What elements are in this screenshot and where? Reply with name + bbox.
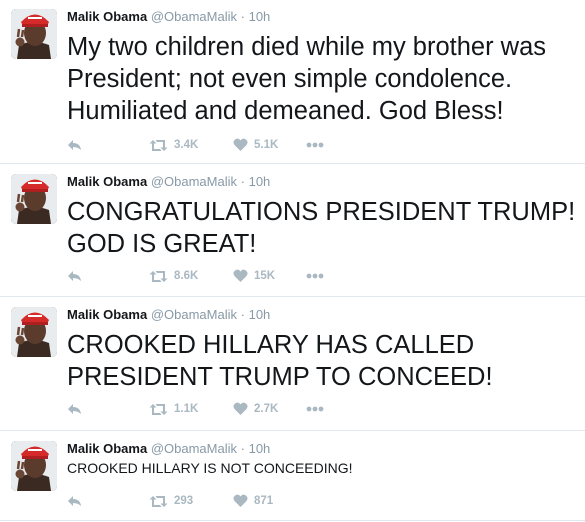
like-count: 2.7K <box>254 403 279 415</box>
more-icon <box>306 273 324 279</box>
reply-icon <box>68 271 81 281</box>
author-name[interactable]: Malik Obama <box>67 441 147 456</box>
like-button[interactable]: 871 <box>233 494 306 508</box>
tweet-text: My two children died while my brother wa… <box>67 33 547 125</box>
reply-icon <box>68 140 81 150</box>
retweet-icon <box>149 495 168 507</box>
avatar[interactable] <box>11 307 57 357</box>
tweet-header: Malik Obama @ObamaMalik · 10h <box>67 307 270 323</box>
retweet-button[interactable]: 1.1K <box>149 403 233 416</box>
retweet-count: 3.4K <box>174 139 199 151</box>
tweet[interactable]: Malik Obama @ObamaMalik · 10h CONGRATULA… <box>0 165 585 297</box>
heart-icon <box>233 402 248 415</box>
retweet-button[interactable]: 8.6K <box>149 270 233 283</box>
author-name[interactable]: Malik Obama <box>67 174 147 189</box>
heart-icon <box>233 138 248 151</box>
like-count: 871 <box>254 495 274 507</box>
separator: · <box>240 441 245 456</box>
separator: · <box>240 307 245 322</box>
timestamp[interactable]: 10h <box>249 307 271 322</box>
tweet[interactable]: Malik Obama @ObamaMalik · 10h CROOKED HI… <box>0 298 585 431</box>
tweet-text: CONGRATULATIONS PRESIDENT TRUMP! GOD IS … <box>67 198 576 258</box>
tweet[interactable]: Malik Obama @ObamaMalik · 10h My two chi… <box>0 0 585 164</box>
retweet-count: 293 <box>174 495 194 507</box>
like-button[interactable]: 2.7K <box>233 402 306 416</box>
like-count: 5.1K <box>254 139 279 151</box>
more-button[interactable] <box>306 142 324 148</box>
retweet-count: 1.1K <box>174 403 199 415</box>
heart-icon <box>233 269 248 282</box>
timestamp[interactable]: 10h <box>249 174 271 189</box>
reply-icon <box>68 496 81 506</box>
author-handle[interactable]: @ObamaMalik <box>151 441 237 456</box>
tweet-header: Malik Obama @ObamaMalik · 10h <box>67 174 270 190</box>
tweet-header: Malik Obama @ObamaMalik · 10h <box>67 9 270 25</box>
tweet-header: Malik Obama @ObamaMalik · 10h <box>67 441 270 457</box>
author-handle[interactable]: @ObamaMalik <box>151 307 237 322</box>
more-button[interactable] <box>306 273 324 279</box>
separator: · <box>240 9 245 24</box>
avatar[interactable] <box>11 441 57 491</box>
tweet-actions: 293 871 <box>67 491 306 511</box>
avatar[interactable] <box>11 174 57 224</box>
heart-icon <box>233 494 248 507</box>
retweet-count: 8.6K <box>174 270 199 282</box>
retweet-button[interactable]: 3.4K <box>149 139 233 152</box>
retweet-icon <box>149 403 168 415</box>
more-icon <box>306 406 324 412</box>
tweet-text: CROOKED HILLARY HAS CALLED PRESIDENT TRU… <box>67 331 493 391</box>
reply-button[interactable] <box>67 494 149 508</box>
more-button[interactable] <box>306 406 324 412</box>
timestamp[interactable]: 10h <box>249 441 271 456</box>
more-icon <box>306 142 324 148</box>
timestamp[interactable]: 10h <box>249 9 271 24</box>
author-handle[interactable]: @ObamaMalik <box>151 174 237 189</box>
author-name[interactable]: Malik Obama <box>67 9 147 24</box>
retweet-icon <box>149 139 168 151</box>
like-button[interactable]: 5.1K <box>233 138 306 152</box>
avatar[interactable] <box>11 9 57 59</box>
tweet-actions: 1.1K 2.7K <box>67 399 324 419</box>
like-button[interactable]: 15K <box>233 269 306 283</box>
tweet-actions: 3.4K 5.1K <box>67 135 324 155</box>
reply-icon <box>68 404 81 414</box>
separator: · <box>240 174 245 189</box>
tweet-actions: 8.6K 15K <box>67 266 324 286</box>
author-name[interactable]: Malik Obama <box>67 307 147 322</box>
like-count: 15K <box>254 270 276 282</box>
reply-button[interactable] <box>67 402 149 416</box>
tweet-text: CROOKED HILLARY IS NOT CONCEEDING! <box>67 460 353 476</box>
retweet-icon <box>149 270 168 282</box>
author-handle[interactable]: @ObamaMalik <box>151 9 237 24</box>
tweet[interactable]: Malik Obama @ObamaMalik · 10h CROOKED HI… <box>0 432 585 521</box>
reply-button[interactable] <box>67 138 149 152</box>
reply-button[interactable] <box>67 269 149 283</box>
retweet-button[interactable]: 293 <box>149 495 233 508</box>
